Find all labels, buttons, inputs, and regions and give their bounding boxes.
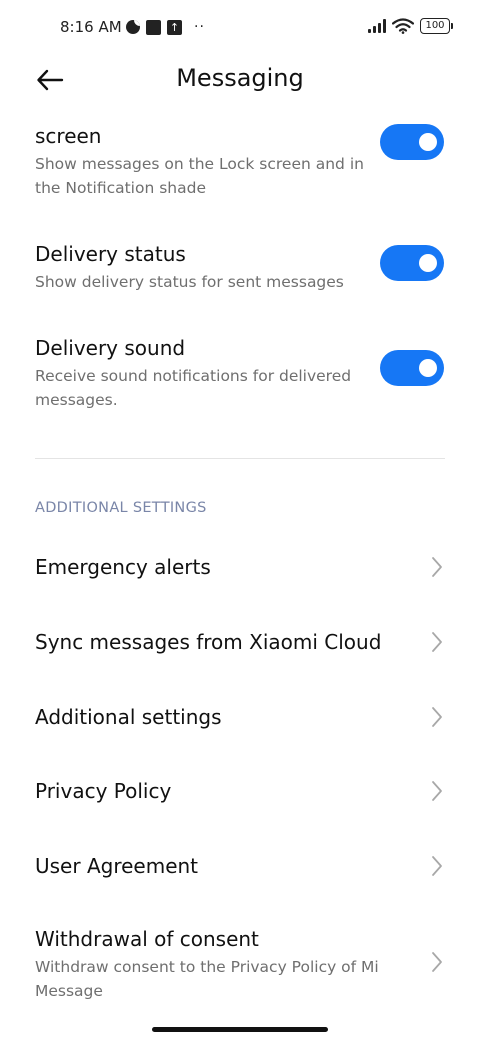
status-notification-icons: ↑ ··	[126, 19, 205, 35]
status-system-icons: 100	[368, 18, 453, 34]
row-title: Additional settings	[35, 705, 222, 729]
row-subtitle: Show delivery status for sent messages	[35, 273, 344, 291]
chevron-right-icon	[432, 632, 442, 652]
row-title: Emergency alerts	[35, 555, 211, 579]
delivery-status-toggle-row[interactable]: Delivery status Show delivery status for…	[35, 240, 444, 294]
delivery-status-switch[interactable]	[380, 245, 444, 281]
sync-xiaomi-cloud-row[interactable]: Sync messages from Xiaomi Cloud	[35, 628, 444, 656]
user-agreement-row[interactable]: User Agreement	[35, 852, 444, 880]
chevron-right-icon	[432, 781, 442, 801]
row-title: User Agreement	[35, 854, 199, 878]
page-title: Messaging	[176, 64, 304, 92]
section-header: ADDITIONAL SETTINGS	[35, 500, 207, 516]
home-indicator[interactable]	[152, 1027, 328, 1032]
chevron-right-icon	[432, 952, 442, 972]
additional-settings-row[interactable]: Additional settings	[35, 703, 444, 731]
settings-list[interactable]: screen Show messages on the Lock screen …	[0, 108, 480, 1020]
row-title: Sync messages from Xiaomi Cloud	[35, 630, 382, 654]
row-title: Privacy Policy	[35, 779, 172, 803]
status-time: 8:16 AM	[60, 18, 122, 36]
delivery-sound-toggle-row[interactable]: Delivery sound Receive sound notificatio…	[35, 334, 444, 412]
row-title: Withdrawal of consent	[35, 927, 259, 951]
battery-icon: 100	[420, 18, 453, 34]
wifi-icon	[392, 18, 414, 34]
row-subtitle: Show messages on the Lock screen and in …	[35, 155, 364, 197]
row-subtitle: Withdraw consent to the Privacy Policy o…	[35, 958, 379, 1000]
status-bar: 8:16 AM ↑ ·· 100	[0, 0, 480, 56]
emergency-alerts-row[interactable]: Emergency alerts	[35, 553, 444, 581]
more-notifications-icon: ··	[194, 19, 205, 35]
signal-icon	[368, 19, 386, 33]
withdrawal-of-consent-row[interactable]: Withdrawal of consent Withdraw consent t…	[35, 925, 444, 1003]
lock-screen-toggle-row[interactable]: screen Show messages on the Lock screen …	[35, 122, 444, 200]
chevron-right-icon	[432, 557, 442, 577]
chevron-right-icon	[432, 707, 442, 727]
square-notification-icon	[146, 19, 161, 35]
row-subtitle: Receive sound notifications for delivere…	[35, 367, 352, 409]
moon-clock-icon	[126, 20, 140, 34]
privacy-policy-row[interactable]: Privacy Policy	[35, 777, 444, 805]
chevron-right-icon	[432, 856, 442, 876]
delivery-sound-switch[interactable]	[380, 350, 444, 386]
app-header: Messaging	[0, 56, 480, 108]
section-divider	[35, 458, 445, 459]
lock-screen-switch[interactable]	[380, 124, 444, 160]
upload-notification-icon: ↑	[167, 19, 182, 35]
